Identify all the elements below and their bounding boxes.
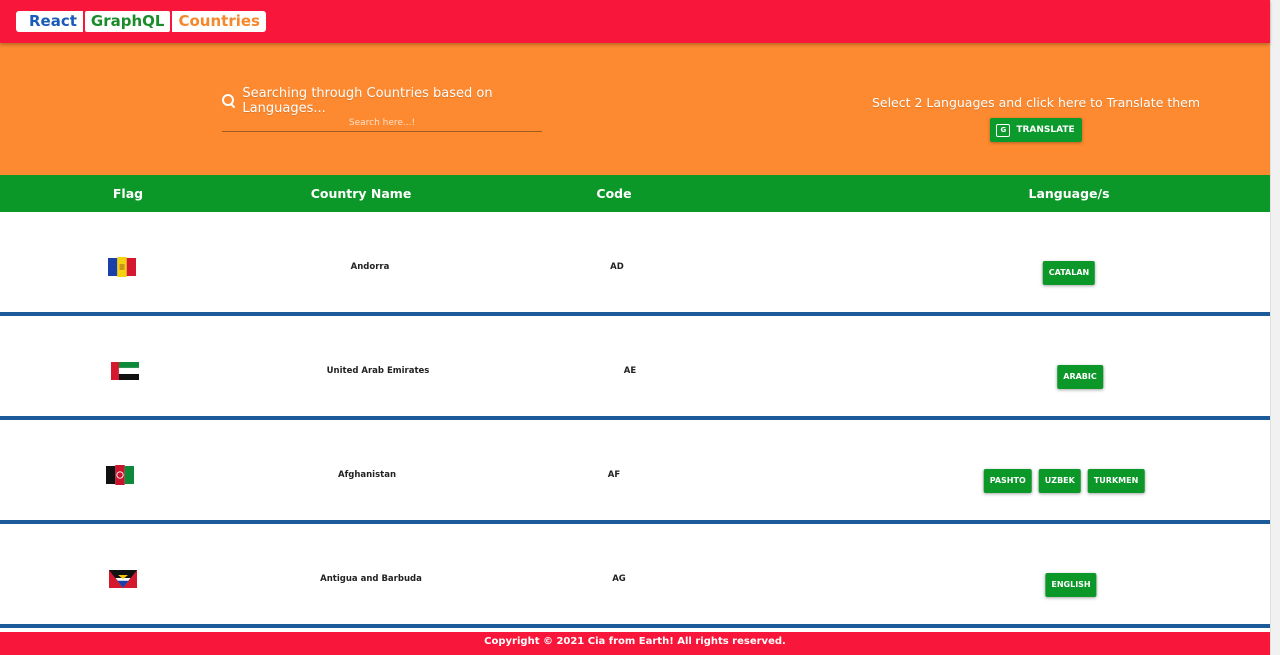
app-logo[interactable]: React GraphQL Countries [16, 11, 266, 32]
translate-icon: G [996, 123, 1011, 137]
translate-button-label: TRANSLATE [1016, 125, 1075, 135]
header-flag: Flag [112, 186, 144, 201]
copyright-text: Copyright © 2021 Cia from Earth! All rig… [484, 636, 786, 647]
language-chip-pashto[interactable]: PASHTO [983, 469, 1032, 493]
search-input[interactable] [222, 114, 542, 132]
language-list: ENGLISH [1045, 573, 1097, 597]
logo-graphql-text: GraphQL [84, 11, 171, 32]
language-list: PASHTO UZBEK TURKMEN [983, 469, 1145, 493]
translate-instructions: Select 2 Languages and click here to Tra… [871, 95, 1201, 110]
country-code: AF [607, 470, 621, 480]
header-country-name: Country Name [310, 186, 412, 201]
language-chip-uzbek[interactable]: UZBEK [1038, 469, 1081, 493]
search-icon [222, 94, 235, 108]
language-chip-turkmen[interactable]: TURKMEN [1087, 469, 1145, 493]
search-section: Searching through Countries based on Lan… [0, 43, 1270, 175]
flag-uae-icon [111, 362, 139, 380]
translate-button[interactable]: G TRANSLATE [990, 118, 1082, 142]
top-navbar: React GraphQL Countries [0, 0, 1270, 43]
search-field: Searching through Countries based on Lan… [222, 86, 542, 132]
country-name: Afghanistan [337, 470, 397, 480]
language-chip-catalan[interactable]: CATALAN [1042, 261, 1096, 285]
table-header: Flag Country Name Code Language/s [0, 175, 1270, 212]
logo-react-text: React [16, 11, 83, 32]
language-list: CATALAN [1042, 261, 1096, 285]
country-name: United Arab Emirates [326, 366, 430, 376]
table-row[interactable]: Antigua and Barbuda AG ENGLISH [0, 524, 1272, 628]
logo-countries-text: Countries [172, 11, 266, 32]
search-label: Searching through Countries based on Lan… [242, 86, 493, 116]
country-name: Antigua and Barbuda [320, 574, 422, 584]
flag-antigua-barbuda-icon [109, 570, 137, 588]
search-label-row: Searching through Countries based on Lan… [222, 86, 542, 116]
page-scrollbar[interactable] [1270, 0, 1280, 655]
country-name: Andorra [350, 262, 390, 272]
header-languages: Language/s [1028, 186, 1110, 201]
language-list: ARABIC [1057, 365, 1103, 389]
countries-table-body: Andorra AD CATALAN United Arab Emirates … [0, 212, 1272, 632]
table-row[interactable]: Afghanistan AF PASHTO UZBEK TURKMEN [0, 420, 1272, 524]
flag-afghanistan-icon [106, 465, 134, 485]
translate-panel: Select 2 Languages and click here to Tra… [870, 94, 1202, 142]
table-row[interactable]: Andorra AD CATALAN [0, 212, 1272, 316]
header-code: Code [596, 186, 632, 201]
flag-andorra-icon [108, 257, 136, 277]
country-code: AG [612, 574, 626, 584]
table-row[interactable]: United Arab Emirates AE ARABIC [0, 316, 1272, 420]
language-chip-arabic[interactable]: ARABIC [1057, 365, 1103, 389]
country-code: AD [610, 262, 624, 272]
country-code: AE [623, 366, 637, 376]
language-chip-english[interactable]: ENGLISH [1045, 573, 1097, 597]
footer: Copyright © 2021 Cia from Earth! All rig… [0, 632, 1270, 655]
